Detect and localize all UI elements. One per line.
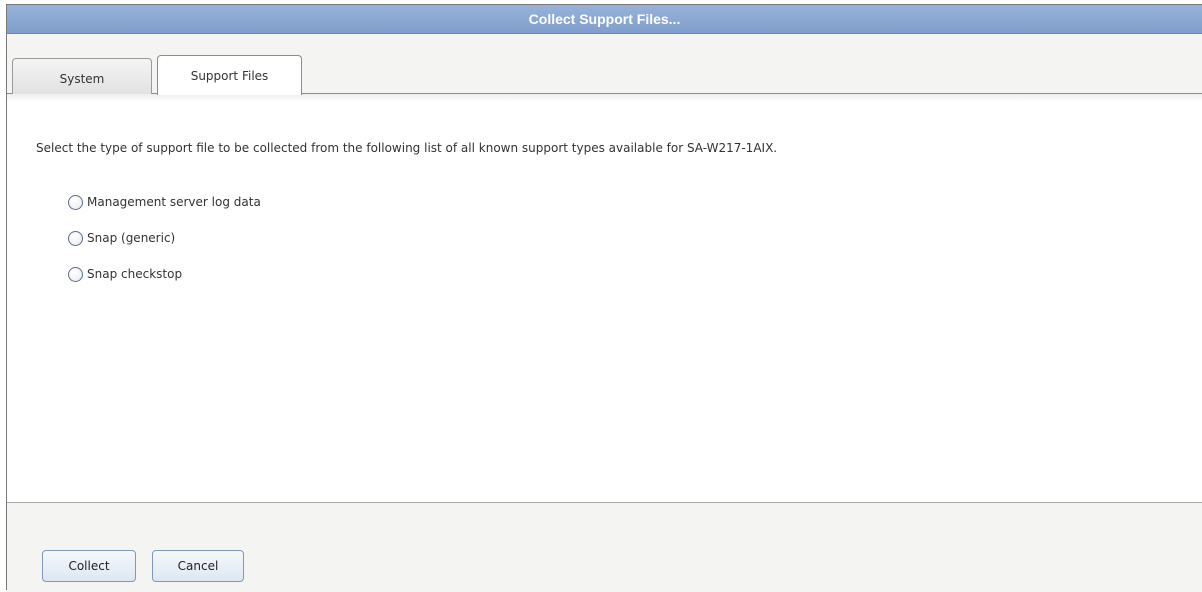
radio-button[interactable] bbox=[68, 230, 83, 246]
option-snap-checkstop[interactable]: Snap checkstop bbox=[68, 263, 182, 285]
tab-shadow bbox=[7, 94, 1202, 102]
option-management-server-log-data[interactable]: Management server log data bbox=[68, 191, 261, 213]
collect-button[interactable]: Collect bbox=[42, 550, 136, 582]
option-label: Snap checkstop bbox=[87, 267, 183, 281]
option-snap-generic[interactable]: Snap (generic) bbox=[68, 227, 175, 249]
radio-button[interactable] bbox=[68, 266, 83, 282]
button-bar: Collect Cancel bbox=[7, 502, 1202, 592]
cancel-button[interactable]: Cancel bbox=[152, 550, 244, 582]
dialog-title: Collect Support Files... bbox=[528, 11, 681, 27]
collect-support-files-dialog: Collect Support Files... System Support … bbox=[6, 4, 1202, 592]
radio-button[interactable] bbox=[68, 194, 83, 210]
instruction-text: Select the type of support file to be co… bbox=[36, 141, 778, 155]
option-label: Snap (generic) bbox=[87, 231, 176, 245]
title-bar: Collect Support Files... bbox=[7, 5, 1202, 34]
option-label: Management server log data bbox=[87, 195, 261, 209]
tab-support-files[interactable]: Support Files bbox=[157, 55, 302, 95]
tab-system[interactable]: System bbox=[12, 58, 152, 94]
